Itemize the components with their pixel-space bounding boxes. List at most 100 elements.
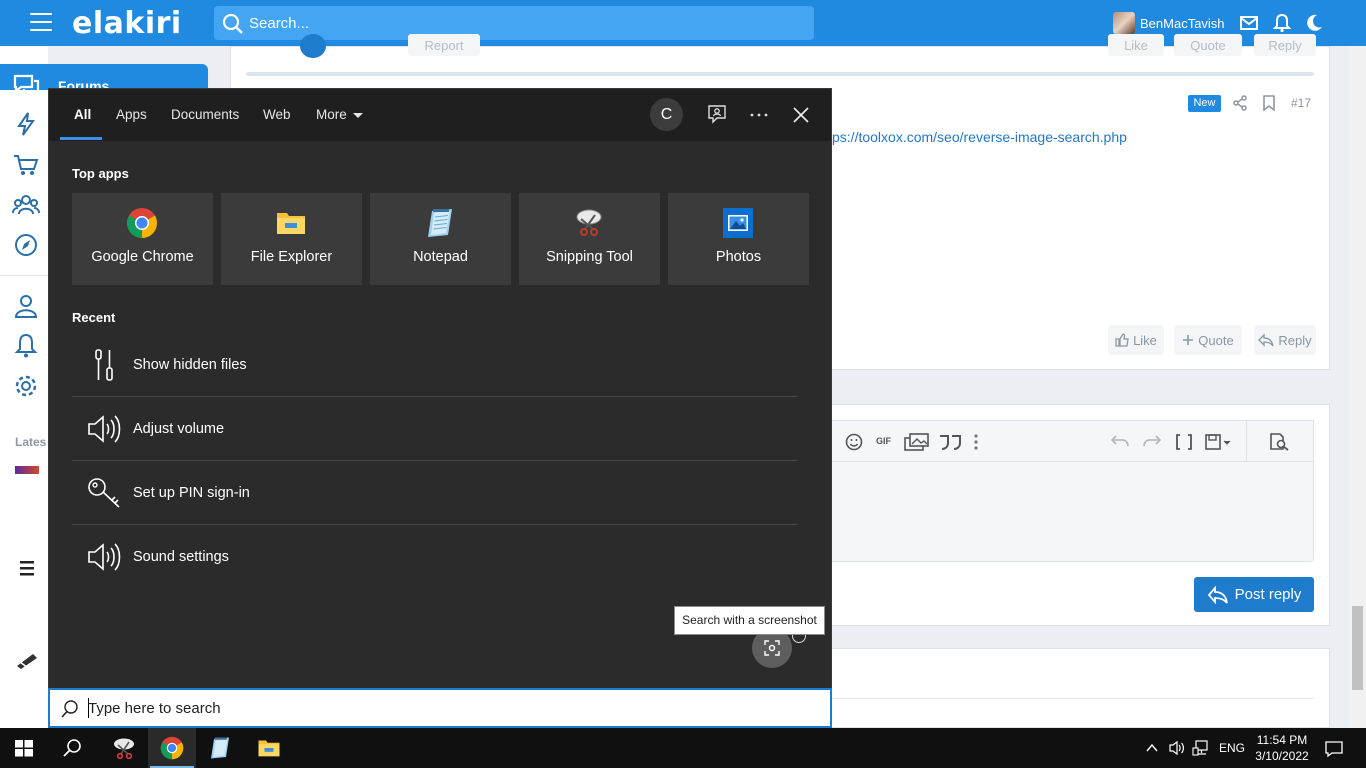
quote-button-top[interactable]: Quote	[1174, 34, 1242, 56]
tab-all[interactable]: All	[74, 107, 91, 122]
recent-item-adjust-volume[interactable]: Adjust volume	[72, 397, 797, 461]
reply-button-top[interactable]: Reply	[1254, 34, 1316, 56]
bell-icon[interactable]	[1272, 13, 1292, 33]
notepad-icon	[211, 737, 229, 759]
search-filter-tabs: All Apps Documents Web More C	[49, 89, 831, 141]
tab-web[interactable]: Web	[263, 107, 291, 122]
reply-arrow-icon	[1258, 333, 1275, 347]
caret-down-icon	[352, 112, 363, 118]
pen-tools-icon[interactable]	[14, 650, 40, 670]
more-options-icon[interactable]	[747, 103, 771, 127]
gear-icon[interactable]	[12, 373, 40, 399]
recent-item-sound-settings[interactable]: Sound settings	[72, 525, 797, 589]
moon-icon[interactable]	[1304, 13, 1324, 33]
chevron-up-icon[interactable]	[1145, 741, 1159, 755]
brackets-icon[interactable]	[1174, 433, 1194, 451]
app-tile-photos[interactable]: Photos	[668, 193, 809, 285]
snipping-tool-icon	[114, 738, 134, 760]
mail-icon[interactable]	[1239, 13, 1259, 33]
preview-icon[interactable]	[1268, 433, 1290, 451]
plus-icon	[1183, 335, 1194, 345]
clock[interactable]: 11:54 PM 3/10/2022	[1248, 732, 1316, 764]
search-icon	[63, 739, 81, 757]
emoji-icon[interactable]	[844, 433, 864, 451]
network-icon[interactable]	[1192, 739, 1210, 757]
close-icon[interactable]	[789, 103, 813, 127]
recent-item-label: Adjust volume	[133, 421, 225, 437]
undo-icon[interactable]	[1110, 433, 1130, 451]
app-tile-file-explorer[interactable]: File Explorer	[221, 193, 362, 285]
start-button[interactable]	[0, 728, 48, 768]
site-logo[interactable]: elakiri	[72, 6, 182, 41]
menu-icon[interactable]	[30, 13, 52, 31]
thumbnail-image[interactable]	[15, 466, 39, 474]
alerts-icon[interactable]	[12, 333, 40, 359]
post-reply-button[interactable]: Post reply	[1194, 577, 1314, 612]
lightning-icon[interactable]	[12, 111, 40, 137]
image-gallery-icon[interactable]	[904, 433, 930, 451]
active-tab-indicator	[60, 137, 102, 140]
taskbar-notepad[interactable]	[196, 728, 244, 768]
gif-button[interactable]: GIF	[876, 436, 891, 446]
quote-label: Quote	[1198, 332, 1234, 348]
search-input[interactable]	[88, 696, 788, 720]
recent-item-show-hidden-files[interactable]: Show hidden files	[72, 333, 797, 397]
latest-label: Lates	[15, 435, 47, 449]
taskbar-search-box[interactable]	[48, 688, 832, 728]
new-badge: New	[1188, 95, 1221, 112]
report-button[interactable]: Report	[408, 34, 480, 56]
post-link[interactable]: ps://toolxox.com/seo/reverse-image-searc…	[832, 129, 1127, 145]
app-tile-snipping-tool[interactable]: Snipping Tool	[519, 193, 660, 285]
share-icon[interactable]	[1232, 95, 1248, 111]
quote-marks-icon[interactable]	[938, 433, 962, 451]
taskbar-file-explorer[interactable]	[245, 728, 293, 768]
user-icon[interactable]	[12, 293, 40, 319]
post-divider	[246, 72, 1314, 76]
file-explorer-icon	[258, 740, 280, 757]
taskbar-google-chrome[interactable]	[148, 728, 196, 768]
reply-arrow-icon	[1207, 585, 1228, 604]
collapse-circle-icon[interactable]	[300, 34, 326, 58]
app-tile-google-chrome[interactable]: Google Chrome	[72, 193, 213, 285]
post-reply-label: Post reply	[1234, 586, 1302, 603]
like-button[interactable]: Like	[1108, 325, 1164, 355]
speaker-icon	[88, 415, 121, 443]
card-divider	[830, 698, 1314, 699]
like-button-top[interactable]: Like	[1108, 34, 1164, 56]
stack-icon[interactable]	[18, 558, 36, 578]
speaker-icon	[88, 543, 121, 571]
settings-sliders-icon	[95, 349, 113, 381]
scrollbar-thumb[interactable]	[1352, 606, 1363, 690]
redo-icon[interactable]	[1142, 433, 1162, 451]
notifications-icon[interactable]	[1324, 739, 1344, 759]
reply-label: Reply	[1278, 332, 1312, 348]
user-menu[interactable]: BenMacTavish	[1113, 12, 1225, 34]
editor-text-area[interactable]	[832, 462, 1314, 562]
site-search-bar[interactable]: Search...	[214, 6, 814, 40]
quote-button[interactable]: Quote	[1174, 325, 1242, 355]
feedback-icon[interactable]	[705, 103, 729, 127]
volume-icon[interactable]	[1168, 739, 1186, 757]
screenshot-capture-icon	[764, 640, 780, 656]
app-tile-notepad[interactable]: Notepad	[370, 193, 511, 285]
tab-more[interactable]: More	[316, 107, 363, 122]
chat-icon[interactable]	[12, 72, 40, 98]
toolbar-divider	[1246, 421, 1247, 462]
compass-icon[interactable]	[12, 232, 40, 258]
members-icon[interactable]	[12, 192, 40, 218]
post-number[interactable]: #17	[1291, 96, 1311, 110]
bookmark-icon[interactable]	[1262, 95, 1276, 111]
reply-button[interactable]: Reply	[1254, 325, 1316, 355]
recent-item-set-up-pin-sign-in[interactable]: Set up PIN sign-in	[72, 461, 797, 525]
recent-heading: Recent	[72, 310, 116, 325]
taskbar-search-button[interactable]	[48, 728, 96, 768]
more-options-icon[interactable]	[970, 433, 982, 451]
cart-icon[interactable]	[12, 152, 40, 178]
save-draft-icon[interactable]	[1204, 433, 1232, 451]
tab-apps[interactable]: Apps	[116, 107, 147, 122]
language-indicator[interactable]: ENG	[1219, 741, 1245, 755]
tab-documents[interactable]: Documents	[171, 107, 239, 122]
recent-item-label: Sound settings	[133, 549, 229, 565]
account-avatar[interactable]: C	[650, 98, 683, 131]
taskbar-snipping-tool[interactable]	[100, 728, 148, 768]
